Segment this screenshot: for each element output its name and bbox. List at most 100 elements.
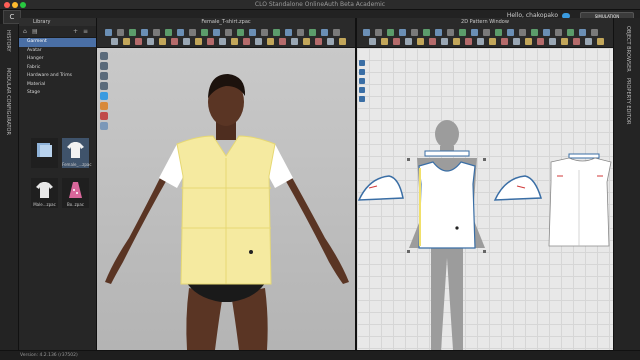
pattern-tool-icon[interactable]: [393, 38, 400, 45]
library-item-avatar[interactable]: Avatar: [19, 47, 96, 56]
pattern-tool-icon[interactable]: [495, 29, 502, 36]
viewer-3d-tool-icon[interactable]: [123, 38, 130, 45]
viewer-3d-tool-icon[interactable]: [243, 38, 250, 45]
viewer-3d-tool-icon[interactable]: [171, 38, 178, 45]
light-icon[interactable]: [100, 122, 108, 130]
add-icon[interactable]: +: [73, 28, 78, 35]
viewer-3d-tool-icon[interactable]: [153, 29, 160, 36]
library-item-fabric[interactable]: Fabric: [19, 64, 96, 73]
pattern-tool-icon[interactable]: [507, 29, 514, 36]
viewer-3d-tool-icon[interactable]: [219, 38, 226, 45]
viewer-3d-tool-icon[interactable]: [327, 38, 334, 45]
pattern-select-icon[interactable]: [359, 60, 365, 66]
viewer-3d-tool-icon[interactable]: [267, 38, 274, 45]
pattern-tool-icon[interactable]: [471, 29, 478, 36]
pattern-edit-icon[interactable]: [359, 69, 365, 75]
thumbnail-bo[interactable]: Bo..zpac: [62, 178, 89, 208]
pattern-tool-icon[interactable]: [531, 29, 538, 36]
texture-icon[interactable]: [100, 62, 108, 70]
color-icon[interactable]: [100, 102, 108, 110]
viewer-3d-tool-icon[interactable]: [297, 29, 304, 36]
list-view-icon[interactable]: ≡: [83, 28, 88, 35]
library-item-hardware[interactable]: Hardware and Trims: [19, 72, 96, 81]
pattern-tool-icon[interactable]: [537, 38, 544, 45]
viewer-3d-tool-icon[interactable]: [135, 38, 142, 45]
viewer-3d-tool-icon[interactable]: [273, 29, 280, 36]
viewer-3d-tool-icon[interactable]: [201, 29, 208, 36]
viewer-3d-tool-icon[interactable]: [189, 29, 196, 36]
pattern-tool-icon[interactable]: [375, 29, 382, 36]
pattern-tool-icon[interactable]: [591, 29, 598, 36]
pattern-tool-icon[interactable]: [459, 29, 466, 36]
viewer-3d-tool-icon[interactable]: [147, 38, 154, 45]
viewer-3d-tool-icon[interactable]: [165, 29, 172, 36]
viewer-3d-tool-icon[interactable]: [315, 38, 322, 45]
pattern-tool-icon[interactable]: [561, 38, 568, 45]
home-icon[interactable]: ⌂: [23, 28, 27, 35]
thumbnail-male[interactable]: Male...zpac: [31, 178, 58, 208]
pattern-tool-icon[interactable]: [399, 29, 406, 36]
pattern-tool-icon[interactable]: [369, 38, 376, 45]
viewer-3d-tool-icon[interactable]: [255, 38, 262, 45]
viewer-3d-tool-icon[interactable]: [309, 29, 316, 36]
library-item-material[interactable]: Material: [19, 81, 96, 90]
pattern-tool-icon[interactable]: [441, 38, 448, 45]
viewer-3d-tool-icon[interactable]: [111, 38, 118, 45]
tab-object-browser[interactable]: OBJECT BROWSER: [625, 26, 631, 72]
pattern-tool-icon[interactable]: [423, 29, 430, 36]
pattern-sew-icon[interactable]: [359, 87, 365, 93]
pattern-tool-icon[interactable]: [579, 29, 586, 36]
pattern-tool-icon[interactable]: [477, 38, 484, 45]
pattern-tool-icon[interactable]: [411, 29, 418, 36]
pattern-segment-icon[interactable]: [359, 78, 365, 84]
tab-modular-configurator[interactable]: MODULAR CONFIGURATOR: [5, 68, 11, 135]
viewer-3d-tool-icon[interactable]: [249, 29, 256, 36]
viewer-3d[interactable]: [97, 48, 355, 350]
viewer-3d-tool-icon[interactable]: [183, 38, 190, 45]
viewer-3d-tool-icon[interactable]: [291, 38, 298, 45]
viewer-3d-tool-icon[interactable]: [207, 38, 214, 45]
pattern-tool-icon[interactable]: [597, 38, 604, 45]
pattern-tool-icon[interactable]: [381, 38, 388, 45]
thumbnail-female-tshirt[interactable]: Female_...zpac: [62, 138, 92, 168]
fabric-icon[interactable]: [100, 92, 108, 100]
pattern-tool-icon[interactable]: [387, 29, 394, 36]
viewer-3d-tool-icon[interactable]: [213, 29, 220, 36]
viewer-3d-tool-icon[interactable]: [339, 38, 346, 45]
pattern-tool-icon[interactable]: [429, 38, 436, 45]
tab-history[interactable]: HISTORY: [5, 30, 11, 52]
pattern-tool-icon[interactable]: [489, 38, 496, 45]
pattern-tool-icon[interactable]: [435, 29, 442, 36]
render-mode-icon[interactable]: [100, 52, 108, 60]
viewer-3d-tool-icon[interactable]: [333, 29, 340, 36]
viewer-3d-tool-icon[interactable]: [141, 29, 148, 36]
pattern-window[interactable]: [357, 48, 613, 350]
tab-property-editor[interactable]: PROPERTY EDITOR: [625, 78, 631, 124]
thickness-icon[interactable]: [100, 82, 108, 90]
viewer-3d-tool-icon[interactable]: [129, 29, 136, 36]
viewer-3d-tool-icon[interactable]: [225, 29, 232, 36]
viewer-3d-tool-icon[interactable]: [159, 38, 166, 45]
pattern-tool-icon[interactable]: [405, 38, 412, 45]
pattern-tool-icon[interactable]: [363, 29, 370, 36]
library-item-hanger[interactable]: Hanger: [19, 55, 96, 64]
viewer-3d-tool-icon[interactable]: [285, 29, 292, 36]
pattern-tool-icon[interactable]: [549, 38, 556, 45]
pattern-tool-icon[interactable]: [543, 29, 550, 36]
thumbnail-folder[interactable]: [31, 138, 58, 168]
pattern-tool-icon[interactable]: [453, 38, 460, 45]
viewer-3d-tool-icon[interactable]: [177, 29, 184, 36]
pattern-tool-icon[interactable]: [417, 38, 424, 45]
pattern-tool-icon[interactable]: [519, 29, 526, 36]
viewer-3d-tool-icon[interactable]: [321, 29, 328, 36]
viewer-3d-tool-icon[interactable]: [279, 38, 286, 45]
pattern-tool-icon[interactable]: [483, 29, 490, 36]
viewer-3d-tool-icon[interactable]: [303, 38, 310, 45]
library-item-stage[interactable]: Stage: [19, 89, 96, 98]
pattern-grid-icon[interactable]: [359, 96, 365, 102]
viewer-3d-tool-icon[interactable]: [231, 38, 238, 45]
viewer-3d-tool-icon[interactable]: [105, 29, 112, 36]
pattern-tool-icon[interactable]: [525, 38, 532, 45]
pattern-tool-icon[interactable]: [501, 38, 508, 45]
viewer-3d-tool-icon[interactable]: [117, 29, 124, 36]
